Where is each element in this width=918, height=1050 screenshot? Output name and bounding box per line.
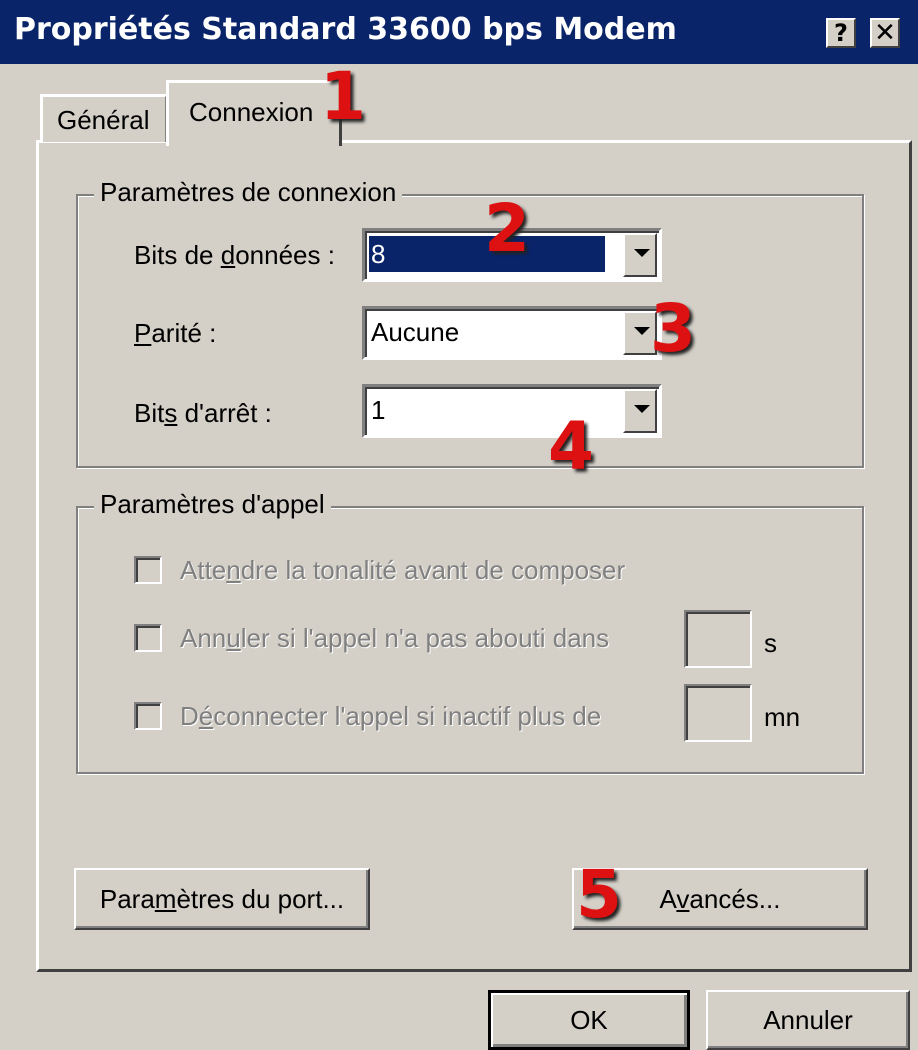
- cancel-call-checkbox[interactable]: [134, 624, 162, 652]
- parity-select[interactable]: Aucune: [362, 306, 662, 360]
- help-button[interactable]: ?: [826, 18, 856, 48]
- wait-tone-label: Attendre la tonalité avant de composer: [180, 555, 626, 585]
- stop-bits-select[interactable]: 1: [362, 384, 662, 438]
- tab-connexion[interactable]: Connexion: [166, 80, 342, 146]
- seconds-unit-label: s: [764, 628, 777, 658]
- disconnect-label: Déconnecter l'appel si inactif plus de: [180, 701, 602, 731]
- disconnect-checkbox[interactable]: [134, 702, 162, 730]
- cancel-button[interactable]: Annuler: [706, 990, 910, 1050]
- chevron-down-icon[interactable]: [623, 389, 657, 433]
- annotation-4: 4: [548, 408, 594, 485]
- connection-settings-legend: Paramètres de connexion: [94, 177, 403, 208]
- stop-bits-value: 1: [371, 395, 386, 425]
- data-bits-label: Bits de données :: [134, 240, 335, 270]
- minutes-unit-label: mn: [764, 702, 801, 732]
- chevron-down-icon[interactable]: [623, 233, 657, 277]
- tab-connexion-label: Connexion: [189, 97, 314, 127]
- annotation-2: 2: [484, 190, 530, 267]
- cancel-call-label: Annuler si l'appel n'a pas abouti dans: [180, 623, 610, 653]
- call-settings-legend: Paramètres d'appel: [94, 489, 331, 520]
- parity-value: Aucune: [371, 317, 460, 347]
- ok-button[interactable]: OK: [488, 990, 690, 1050]
- annotation-1: 1: [320, 58, 366, 135]
- title-bar: Propriétés Standard 33600 bps Modem ? ✕: [0, 0, 918, 64]
- cancel-call-seconds-input[interactable]: [684, 610, 752, 668]
- annotation-3: 3: [650, 290, 696, 367]
- close-button[interactable]: ✕: [870, 18, 900, 48]
- disconnect-minutes-input[interactable]: [684, 684, 752, 742]
- window-title: Propriétés Standard 33600 bps Modem: [14, 12, 677, 47]
- wait-tone-checkbox[interactable]: [134, 556, 162, 584]
- stop-bits-label: Bits d'arrêt :: [134, 398, 272, 428]
- port-settings-button[interactable]: Paramètres du port...: [74, 868, 370, 930]
- tab-general[interactable]: Général: [40, 94, 168, 142]
- tab-general-label: Général: [57, 105, 150, 135]
- tab-connexion-join: [169, 138, 339, 146]
- parity-label: Parité :: [134, 318, 217, 348]
- annotation-5: 5: [576, 856, 622, 933]
